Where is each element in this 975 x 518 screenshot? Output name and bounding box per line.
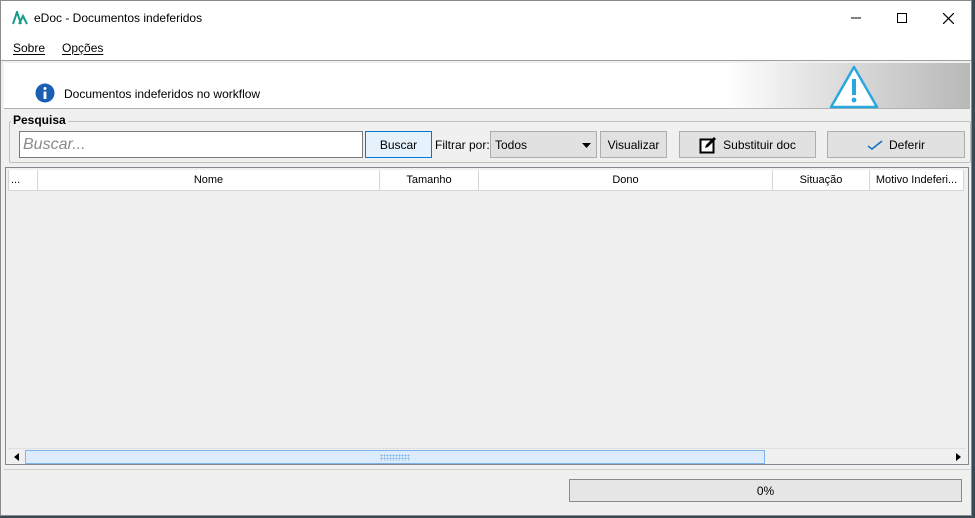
progress-bar: 0% <box>569 479 962 502</box>
scrollbar-grip <box>380 454 410 461</box>
view-button[interactable]: Visualizar <box>600 131 667 158</box>
maximize-button[interactable] <box>879 1 925 35</box>
edoc-logo-icon <box>12 10 28 26</box>
column-header-situacao[interactable]: Situação <box>773 170 870 191</box>
close-button[interactable] <box>925 1 971 35</box>
column-header-tamanho[interactable]: Tamanho <box>380 170 479 191</box>
arrow-right-icon <box>955 453 961 461</box>
replace-doc-label: Substituir doc <box>723 137 796 152</box>
search-input[interactable] <box>19 131 363 158</box>
documents-grid[interactable]: ... Nome Tamanho Dono Situação Motivo In… <box>5 167 969 465</box>
scroll-right-button[interactable] <box>950 449 966 465</box>
search-button[interactable]: Buscar <box>365 131 432 158</box>
filter-label: Filtrar por: <box>435 138 490 152</box>
info-icon <box>35 83 55 103</box>
info-banner: Documentos indeferidos no workflow <box>4 63 970 109</box>
menu-sobre[interactable]: Sobre <box>13 41 45 55</box>
grid-header: ... Nome Tamanho Dono Situação Motivo In… <box>8 170 964 191</box>
window-title: eDoc - Documentos indeferidos <box>34 11 203 25</box>
scrollbar-thumb[interactable] <box>25 450 765 464</box>
replace-doc-button[interactable]: Substituir doc <box>679 131 816 158</box>
scroll-left-button[interactable] <box>8 449 24 465</box>
approve-label: Deferir <box>888 137 925 152</box>
column-header-dono[interactable]: Dono <box>479 170 773 191</box>
warning-icon <box>829 65 879 109</box>
maximize-icon <box>897 13 907 23</box>
banner-message: Documentos indeferidos no workflow <box>64 87 261 101</box>
horizontal-scrollbar[interactable] <box>8 448 966 464</box>
search-group-label: Pesquisa <box>11 113 68 127</box>
menu-opcoes[interactable]: Opções <box>62 41 103 55</box>
minimize-icon <box>851 17 861 19</box>
column-header-motivo[interactable]: Motivo Indeferi... <box>870 170 964 191</box>
title-bar[interactable]: eDoc - Documentos indeferidos <box>1 1 971 35</box>
window-controls <box>833 1 971 35</box>
edit-document-icon <box>699 136 717 154</box>
filter-selected-value: Todos <box>495 137 528 152</box>
close-icon <box>942 12 954 24</box>
minimize-button[interactable] <box>833 1 879 35</box>
chevron-down-icon <box>582 143 591 148</box>
checkmark-icon <box>867 139 883 150</box>
filter-select[interactable]: Todos <box>490 131 597 158</box>
approve-button[interactable]: Deferir <box>827 131 965 158</box>
app-window: eDoc - Documentos indeferidos Sobre Opçõ… <box>0 0 972 516</box>
arrow-left-icon <box>13 453 19 461</box>
column-header-nome[interactable]: Nome <box>38 170 380 191</box>
column-header-row-selector[interactable]: ... <box>8 170 38 191</box>
menu-bar: Sobre Opções <box>1 35 971 61</box>
progress-text: 0% <box>756 483 775 498</box>
